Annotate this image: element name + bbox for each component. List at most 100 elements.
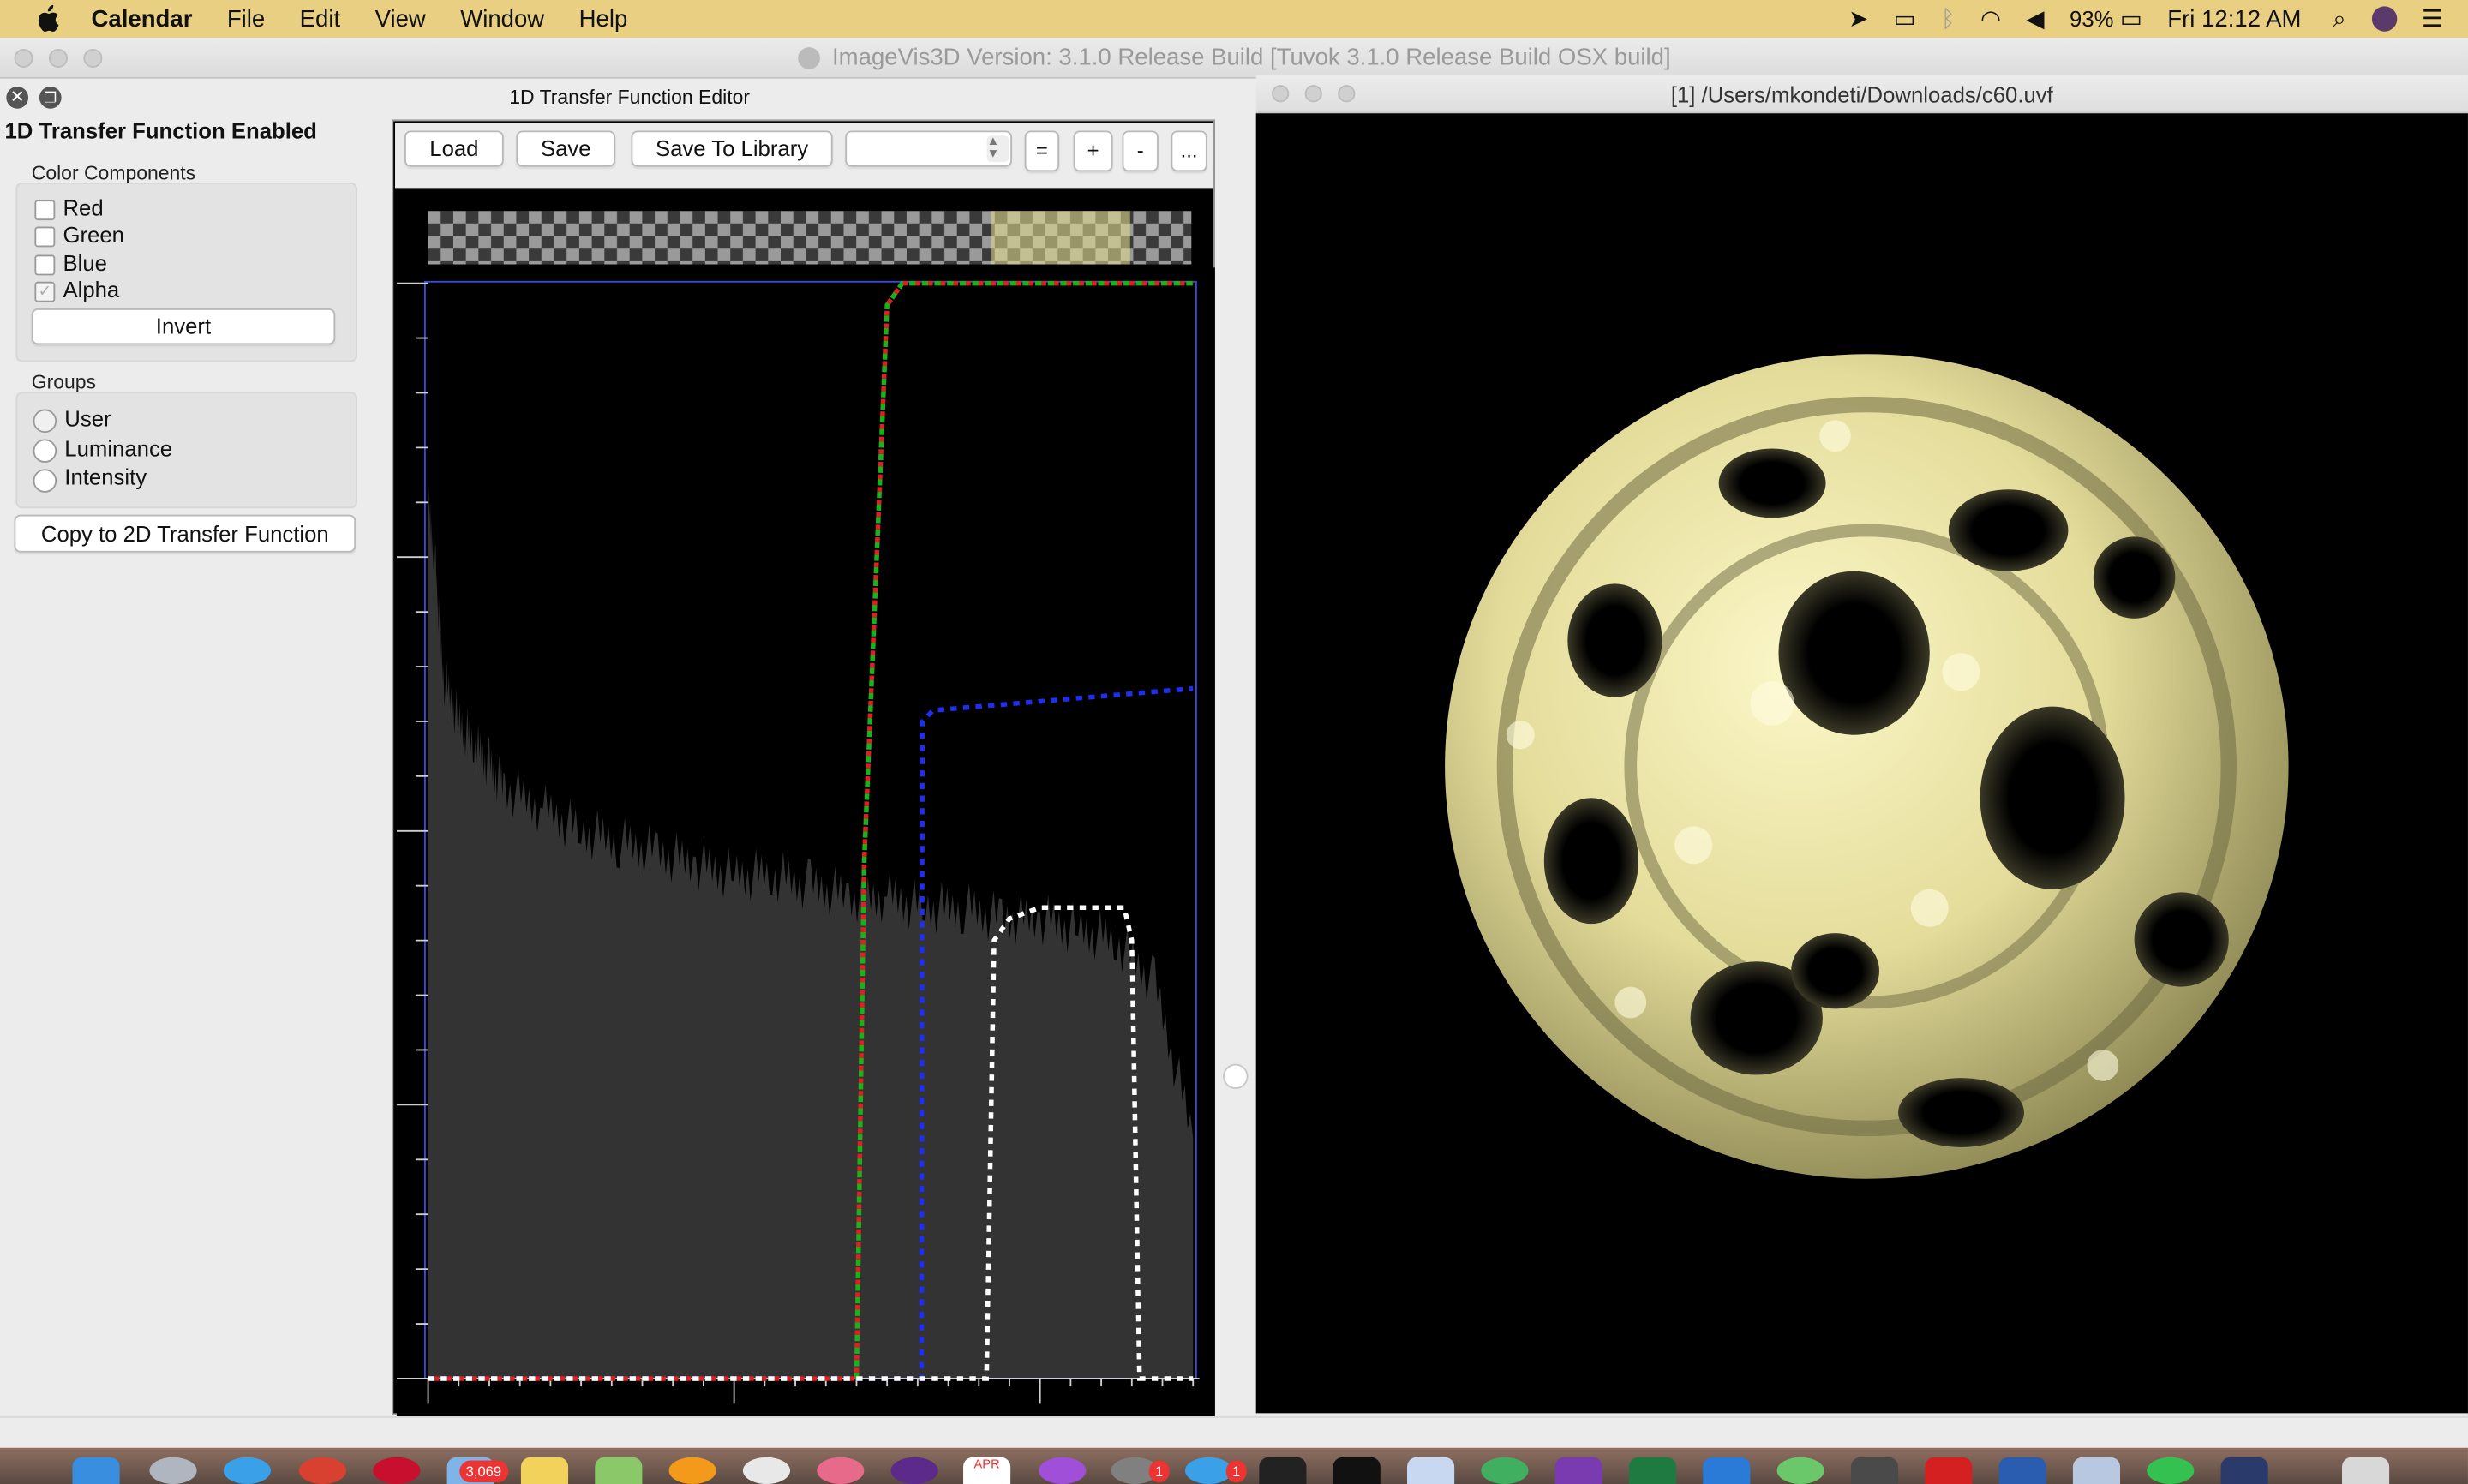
blue-checkbox[interactable] xyxy=(34,254,56,276)
render-window-title: [1] /Users/mkondeti/Downloads/c60.uvf xyxy=(1670,81,2053,107)
stepper-icon: ▲ ▼ xyxy=(986,135,1009,163)
menu-edit[interactable]: Edit xyxy=(300,5,340,32)
calendar-month: APR xyxy=(973,1457,1000,1472)
red-checkbox[interactable] xyxy=(34,200,56,221)
acrobat-icon[interactable] xyxy=(1925,1457,1973,1484)
render-window-titlebar: [1] /Users/mkondeti/Downloads/c60.uvf xyxy=(1255,75,2468,114)
maps-icon[interactable] xyxy=(595,1457,643,1484)
menu-app-name[interactable]: Calendar xyxy=(92,5,193,32)
volume-icon[interactable]: ◀ xyxy=(2026,5,2044,33)
bluetooth-icon[interactable]: ᛒ xyxy=(1941,5,1956,32)
c60-molecule-render xyxy=(1445,354,2289,1179)
menu-bar: Calendar File Edit View Window Help ➤ ▭ … xyxy=(0,0,2468,39)
alpha-label: Alpha xyxy=(63,277,120,302)
messages-icon[interactable] xyxy=(1776,1457,1824,1484)
notes-icon[interactable] xyxy=(520,1457,569,1484)
render-viewport[interactable] xyxy=(1255,113,2468,1414)
sublime-icon[interactable] xyxy=(1850,1457,1899,1484)
minus-button[interactable]: - xyxy=(1122,130,1159,172)
music-icon[interactable] xyxy=(890,1457,938,1484)
preset-select[interactable]: ▲ ▼ xyxy=(845,130,1012,167)
close-window-button[interactable] xyxy=(14,48,33,68)
whatsapp-icon[interactable] xyxy=(2147,1457,2195,1484)
preview-icon[interactable] xyxy=(1407,1457,1455,1484)
xcode-icon[interactable] xyxy=(1703,1457,1751,1484)
render-minimize-button[interactable] xyxy=(1304,85,1322,103)
wifi-icon[interactable]: ◠ xyxy=(1980,5,2001,33)
battery-icon[interactable]: ▭ xyxy=(2120,5,2142,33)
render-close-button[interactable] xyxy=(1272,85,1290,103)
zoom-window-button[interactable] xyxy=(83,48,103,68)
transfer-color-bar xyxy=(428,211,1192,265)
excel-icon[interactable] xyxy=(1628,1457,1677,1484)
user-radio[interactable] xyxy=(33,409,57,434)
photos-icon[interactable] xyxy=(817,1457,865,1484)
chrome-icon[interactable] xyxy=(298,1457,347,1484)
vlc-icon[interactable] xyxy=(668,1457,716,1484)
apple-icon[interactable] xyxy=(34,4,59,33)
word-icon[interactable] xyxy=(1998,1457,2046,1484)
app-logo-icon xyxy=(797,47,820,69)
sync-icon[interactable] xyxy=(1481,1457,1529,1484)
podcasts-icon[interactable] xyxy=(1039,1457,1087,1484)
launchpad-icon[interactable] xyxy=(149,1457,197,1484)
terminal-icon[interactable] xyxy=(1333,1457,1381,1484)
green-label: Green xyxy=(63,221,124,248)
color-components-heading: Color Components xyxy=(31,162,196,184)
menu-clock[interactable]: Fri 12:12 AM xyxy=(2167,5,2301,32)
user-label: User xyxy=(64,405,111,432)
location-icon[interactable]: ➤ xyxy=(1848,5,1868,33)
user-avatar-icon[interactable] xyxy=(2371,6,2397,32)
equal-button[interactable]: = xyxy=(1024,130,1060,172)
finder-icon[interactable] xyxy=(72,1457,120,1484)
transfer-function-chart[interactable] xyxy=(396,267,1215,1417)
green-checkbox[interactable] xyxy=(34,226,56,248)
minimize-window-button[interactable] xyxy=(48,48,68,68)
load-button[interactable]: Load xyxy=(404,130,504,167)
calendar-icon[interactable]: APR xyxy=(963,1457,1011,1484)
airplay-icon[interactable]: ▭ xyxy=(1894,5,1916,33)
main-window-title: ImageVis3D Version: 3.1.0 Release Build … xyxy=(832,44,1671,71)
battery-percent[interactable]: 93% xyxy=(2070,6,2113,31)
red-label: Red xyxy=(63,194,104,221)
luminance-radio[interactable] xyxy=(33,439,57,463)
plus-button[interactable]: + xyxy=(1073,130,1113,172)
intensity-radio[interactable] xyxy=(33,469,57,493)
activity-monitor-icon[interactable] xyxy=(1259,1457,1307,1484)
copy-to-2d-button[interactable]: Copy to 2D Transfer Function xyxy=(14,514,356,553)
main-window-titlebar: ImageVis3D Version: 3.1.0 Release Build … xyxy=(0,38,2468,79)
spotlight-search-icon[interactable]: ⌕ xyxy=(2333,5,2345,32)
intensity-label: Intensity xyxy=(64,464,147,490)
dock-float-icon[interactable]: ❐ xyxy=(39,87,62,109)
splitter-handle[interactable] xyxy=(1223,1063,1249,1089)
alpha-checkbox[interactable]: ✓ xyxy=(34,281,56,302)
save-button[interactable]: Save xyxy=(516,130,616,167)
more-button[interactable]: ... xyxy=(1171,130,1207,172)
menu-window[interactable]: Window xyxy=(460,5,544,32)
render-zoom-button[interactable] xyxy=(1338,85,1356,103)
notification-center-icon[interactable]: ☰ xyxy=(2422,5,2443,33)
onenote-icon[interactable] xyxy=(1554,1457,1602,1484)
transfer-enabled-label: 1D Transfer Function Enabled xyxy=(4,117,317,144)
finder-window-icon[interactable] xyxy=(2072,1457,2121,1484)
menu-help[interactable]: Help xyxy=(579,5,628,32)
transfer-editor-title: 1D Transfer Function Editor xyxy=(0,78,1260,117)
blue-label: Blue xyxy=(63,250,107,276)
preferences-badge: 1 xyxy=(1148,1460,1170,1483)
twitter-badge: 1 xyxy=(1225,1460,1247,1483)
status-strip xyxy=(0,1416,2468,1448)
pdf-icon[interactable] xyxy=(742,1457,791,1484)
image-thumbnail-icon[interactable] xyxy=(2220,1457,2268,1484)
save-to-library-button[interactable]: Save To Library xyxy=(631,130,833,167)
menu-view[interactable]: View xyxy=(375,5,426,32)
groups-heading: Groups xyxy=(31,371,97,394)
mail-badge: 3,069 xyxy=(459,1460,508,1483)
dock-close-icon[interactable]: ✕ xyxy=(6,87,29,109)
luminance-label: Luminance xyxy=(64,435,173,462)
editor-toolbar: Load Save Save To Library ▲ ▼ = + - ... xyxy=(395,123,1214,189)
trash-icon[interactable] xyxy=(2342,1457,2390,1484)
menu-file[interactable]: File xyxy=(227,5,265,32)
invert-button[interactable]: Invert xyxy=(31,308,336,345)
safari-icon[interactable] xyxy=(223,1457,271,1484)
opera-icon[interactable] xyxy=(373,1457,421,1484)
